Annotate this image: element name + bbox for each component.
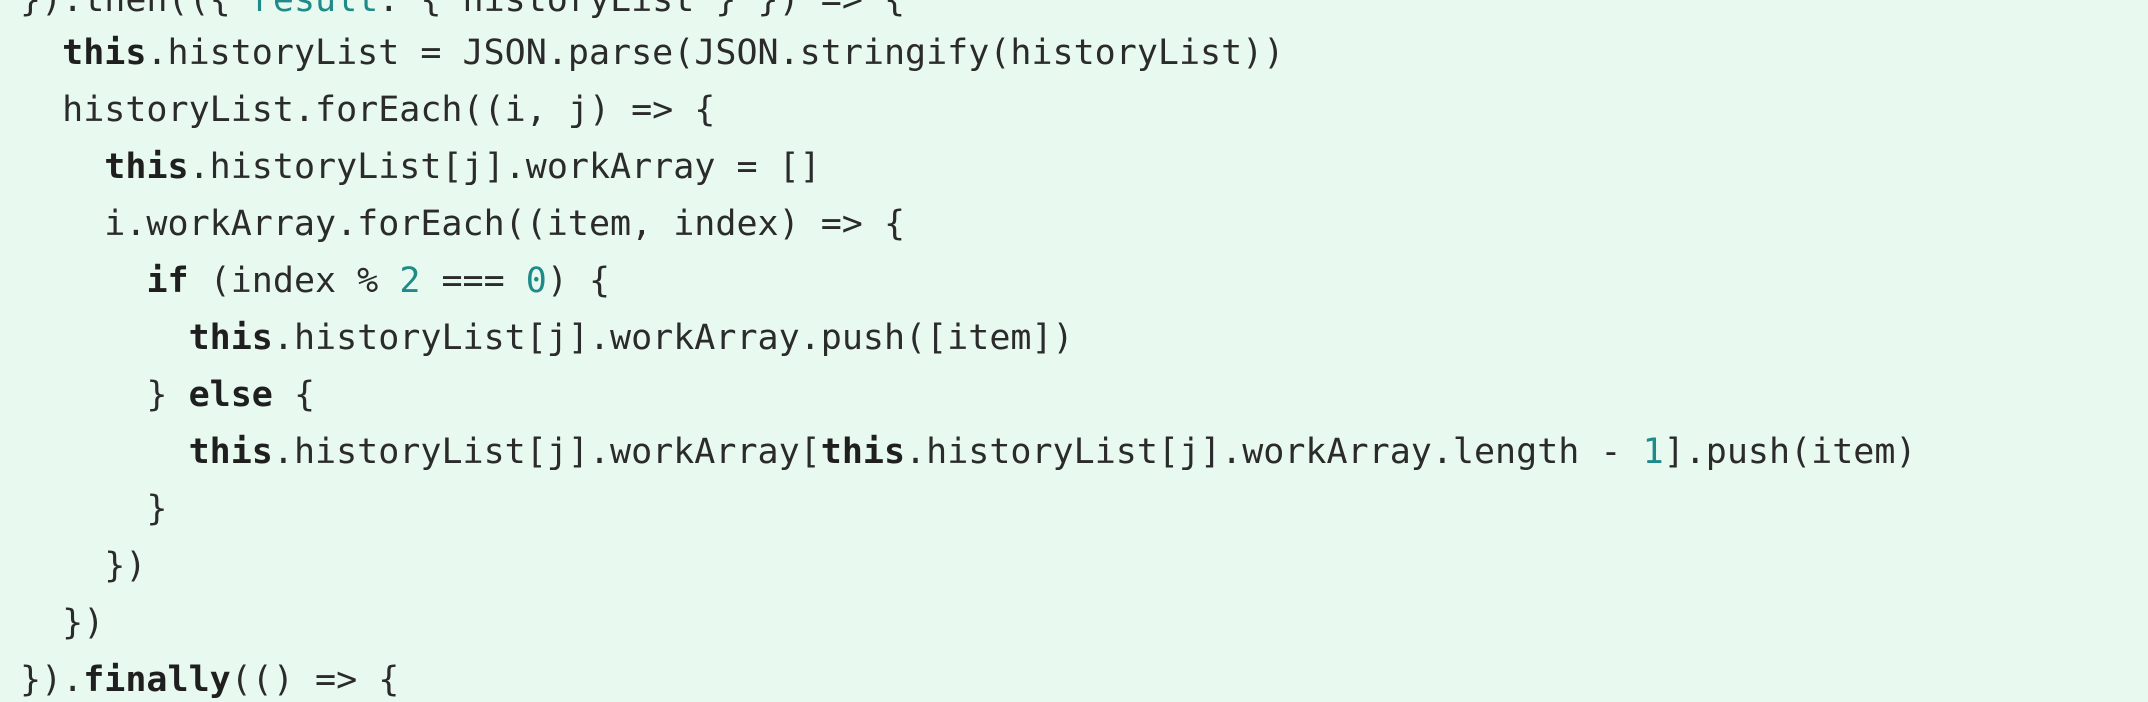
- code-line: i.workArray.forEach((item, index) => {: [20, 196, 905, 253]
- code-keyword: else: [188, 375, 273, 415]
- code-text: }).then(({: [20, 0, 252, 20]
- code-number: 0: [525, 261, 547, 301]
- code-text: }: [20, 489, 168, 529]
- code-line: this.historyList = JSON.parse(JSON.strin…: [20, 25, 1284, 82]
- code-text: ].push(item): [1663, 432, 1917, 472]
- code-text: ===: [420, 261, 526, 301]
- code-number: 2: [399, 261, 421, 301]
- code-line: this.historyList[j].workArray.push([item…: [20, 310, 1074, 367]
- code-keyword: this: [62, 33, 147, 73]
- code-text: ) {: [546, 261, 611, 301]
- code-text: historyList.forEach((i, j) => {: [20, 90, 716, 130]
- code-keyword: this: [188, 318, 273, 358]
- code-line: }): [20, 595, 104, 652]
- code-text: }): [20, 546, 147, 586]
- code-text: .historyList = JSON.parse(JSON.stringify…: [146, 33, 1285, 73]
- code-text: }).: [20, 660, 84, 700]
- code-line: } else {: [20, 367, 315, 424]
- code-text: }: [20, 375, 189, 415]
- code-text: i.workArray.forEach((item, index) => {: [20, 204, 906, 244]
- code-text: .historyList[j].workArray[: [272, 432, 821, 472]
- code-keyword: this: [188, 432, 273, 472]
- code-line: }: [20, 481, 168, 538]
- code-line: historyList.forEach((i, j) => {: [20, 82, 715, 139]
- code-number: 1: [1642, 432, 1664, 472]
- code-line: this.historyList[j].workArray[this.histo…: [20, 424, 1917, 481]
- code-keyword: finally: [83, 660, 231, 700]
- code-line: if (index % 2 === 0) {: [20, 253, 610, 310]
- code-text: .historyList[j].workArray = []: [188, 147, 821, 187]
- code-view: }).then(({ result: { historyList } }) =>…: [0, 0, 2148, 702]
- code-text: (() => {: [230, 660, 400, 700]
- code-keyword: if: [146, 261, 189, 301]
- code-text: .historyList[j].workArray.push([item]): [272, 318, 1074, 358]
- code-line: }).finally(() => {: [20, 652, 399, 702]
- code-text: }): [20, 603, 105, 643]
- code-line: }): [20, 538, 146, 595]
- code-text: (index %: [188, 261, 400, 301]
- code-property: result: [251, 0, 379, 20]
- code-text: .historyList[j].workArray.length -: [905, 432, 1643, 472]
- code-line: this.historyList[j].workArray = []: [20, 139, 821, 196]
- code-keyword: this: [104, 147, 189, 187]
- code-keyword: this: [820, 432, 906, 472]
- code-text: {: [272, 375, 316, 415]
- code-text: : { historyList } }) => {: [378, 0, 906, 20]
